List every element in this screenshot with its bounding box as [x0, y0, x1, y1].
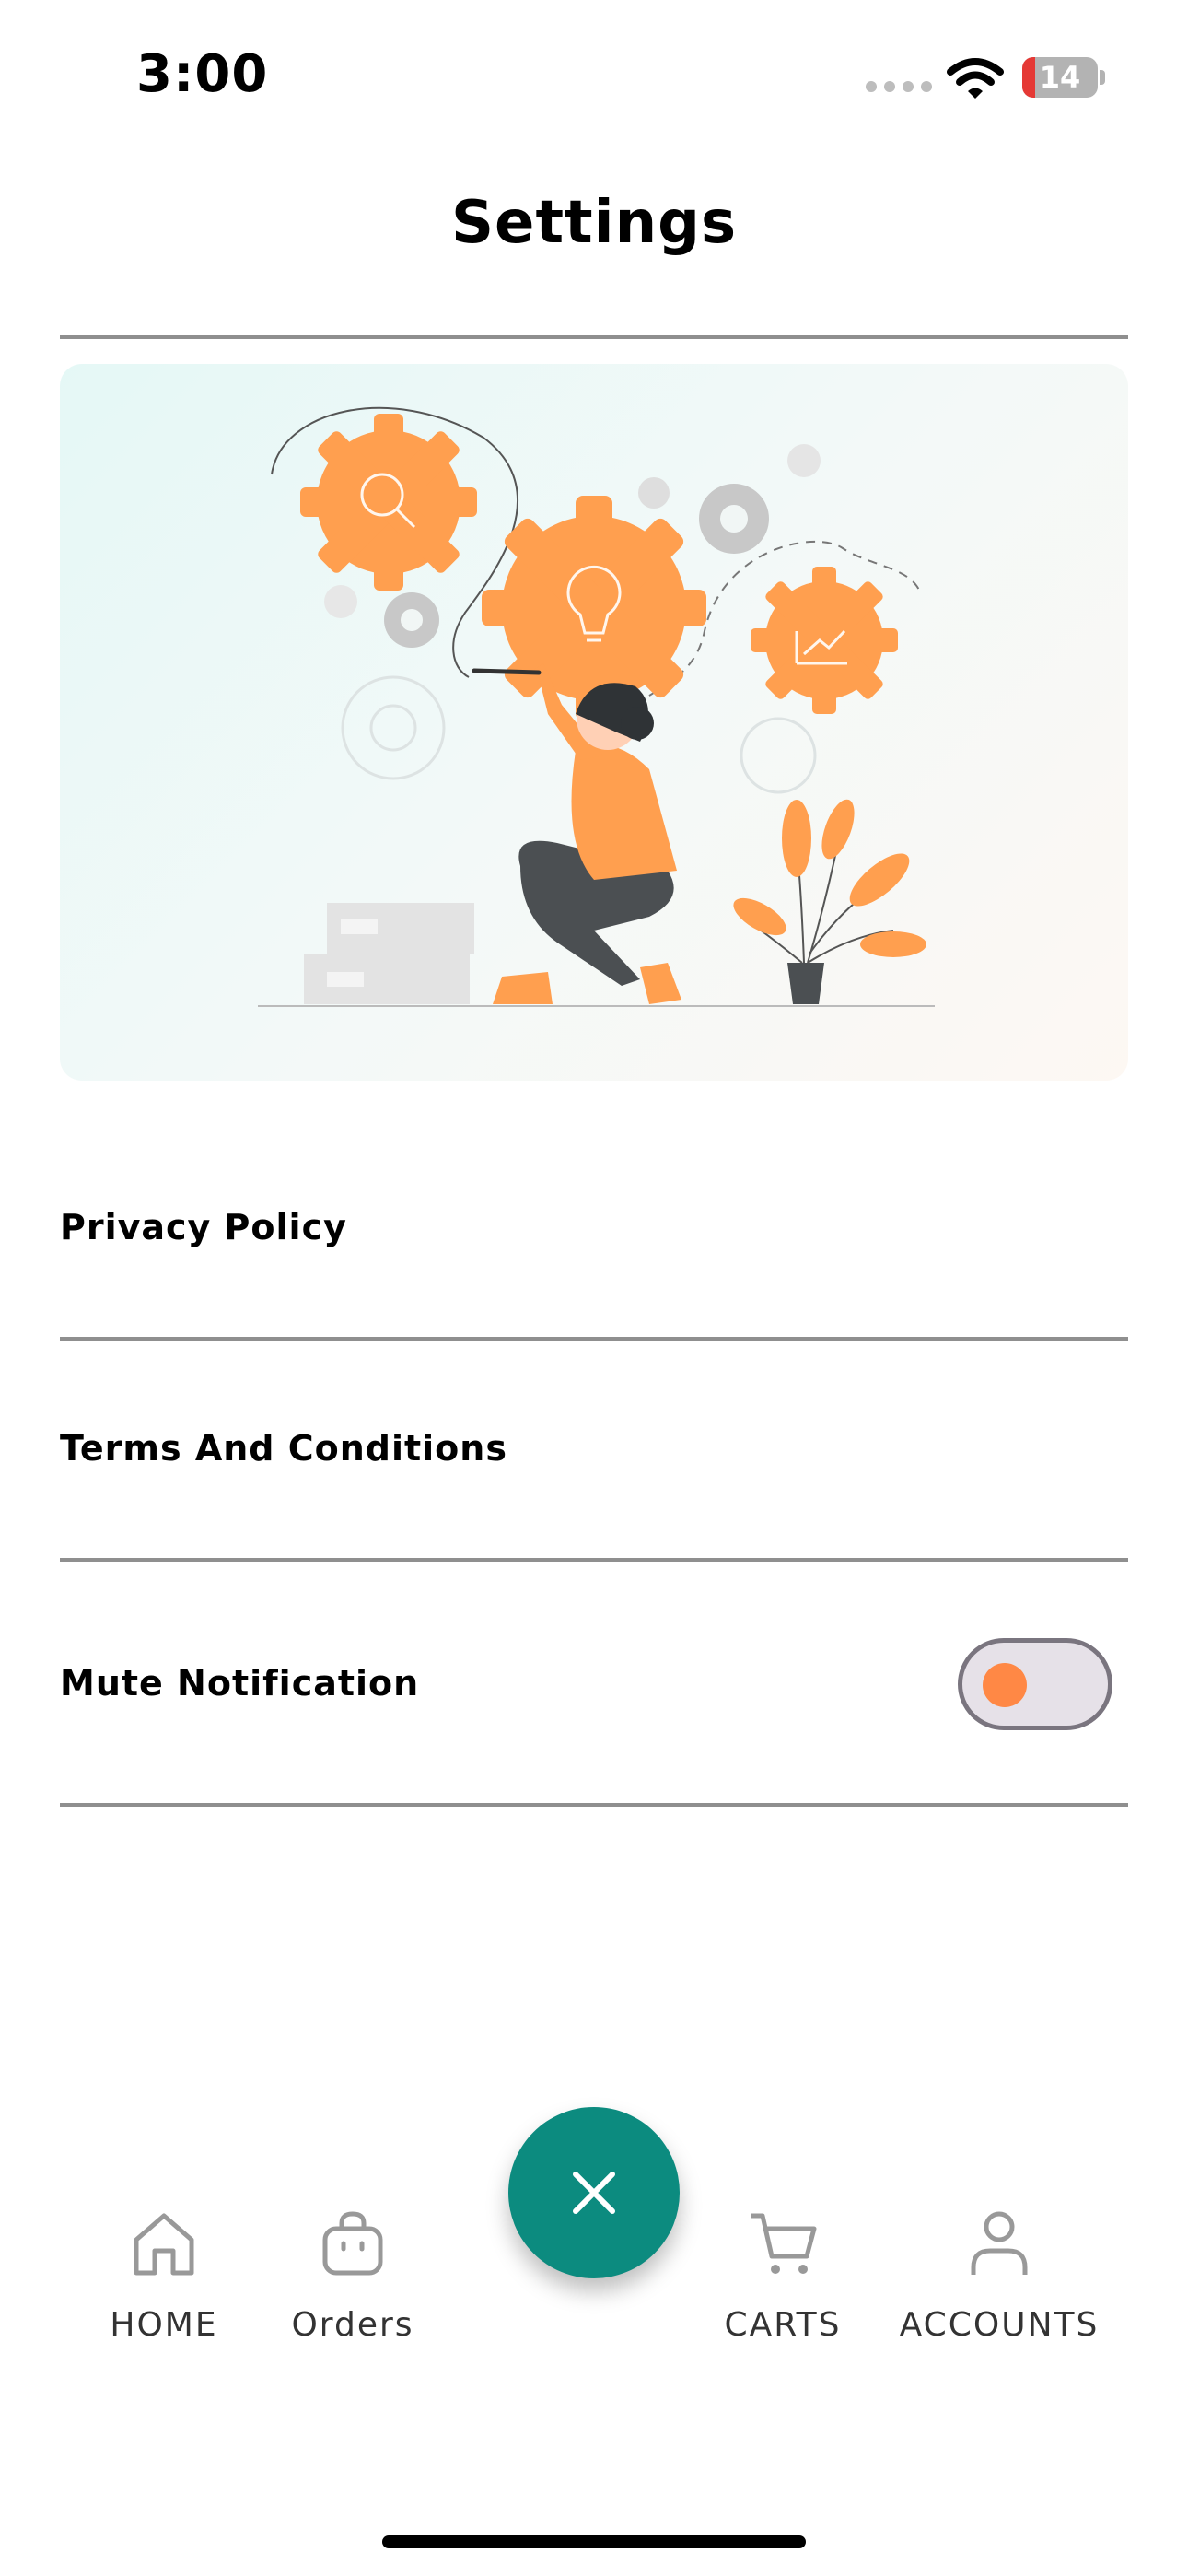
- cart-icon: [751, 2213, 817, 2274]
- nav-carts[interactable]: CARTS: [709, 2207, 856, 2344]
- close-fab-button[interactable]: [508, 2107, 680, 2278]
- page-title: Settings: [450, 189, 738, 257]
- nav-carts-label: CARTS: [724, 2306, 842, 2344]
- status-time: 3:00: [136, 44, 269, 104]
- nav-home-label: HOME: [110, 2306, 218, 2344]
- user-icon: [971, 2211, 1028, 2275]
- battery-level: 14: [1039, 60, 1081, 95]
- nav-orders-label: Orders: [291, 2306, 414, 2344]
- status-bar: 3:00 14: [0, 0, 1188, 157]
- wifi-icon: [947, 58, 1004, 99]
- battery-icon: 14: [1022, 57, 1105, 98]
- close-icon: [573, 2172, 615, 2214]
- toggle-knob: [983, 1663, 1027, 1707]
- cellular-signal-icon: [866, 81, 932, 92]
- nav-accounts[interactable]: ACCOUNTS: [884, 2207, 1114, 2344]
- privacy-policy-label: Privacy Policy: [60, 1207, 347, 1247]
- mute-notification-divider: [60, 1803, 1128, 1807]
- home-icon: [134, 2213, 194, 2276]
- nav-orders[interactable]: Orders: [279, 2207, 426, 2344]
- privacy-policy-row[interactable]: Privacy Policy: [60, 1152, 1128, 1336]
- mute-notification-label: Mute Notification: [60, 1663, 420, 1704]
- terms-conditions-label: Terms And Conditions: [60, 1428, 507, 1469]
- header-divider: [60, 335, 1128, 339]
- bag-icon: [322, 2211, 383, 2276]
- nav-accounts-label: ACCOUNTS: [899, 2306, 1100, 2344]
- home-indicator[interactable]: [382, 2535, 806, 2548]
- nav-home[interactable]: HOME: [90, 2207, 238, 2344]
- mute-notification-toggle[interactable]: [958, 1638, 1112, 1730]
- settings-illustration: [60, 364, 1128, 1081]
- terms-conditions-row[interactable]: Terms And Conditions: [60, 1341, 1128, 1557]
